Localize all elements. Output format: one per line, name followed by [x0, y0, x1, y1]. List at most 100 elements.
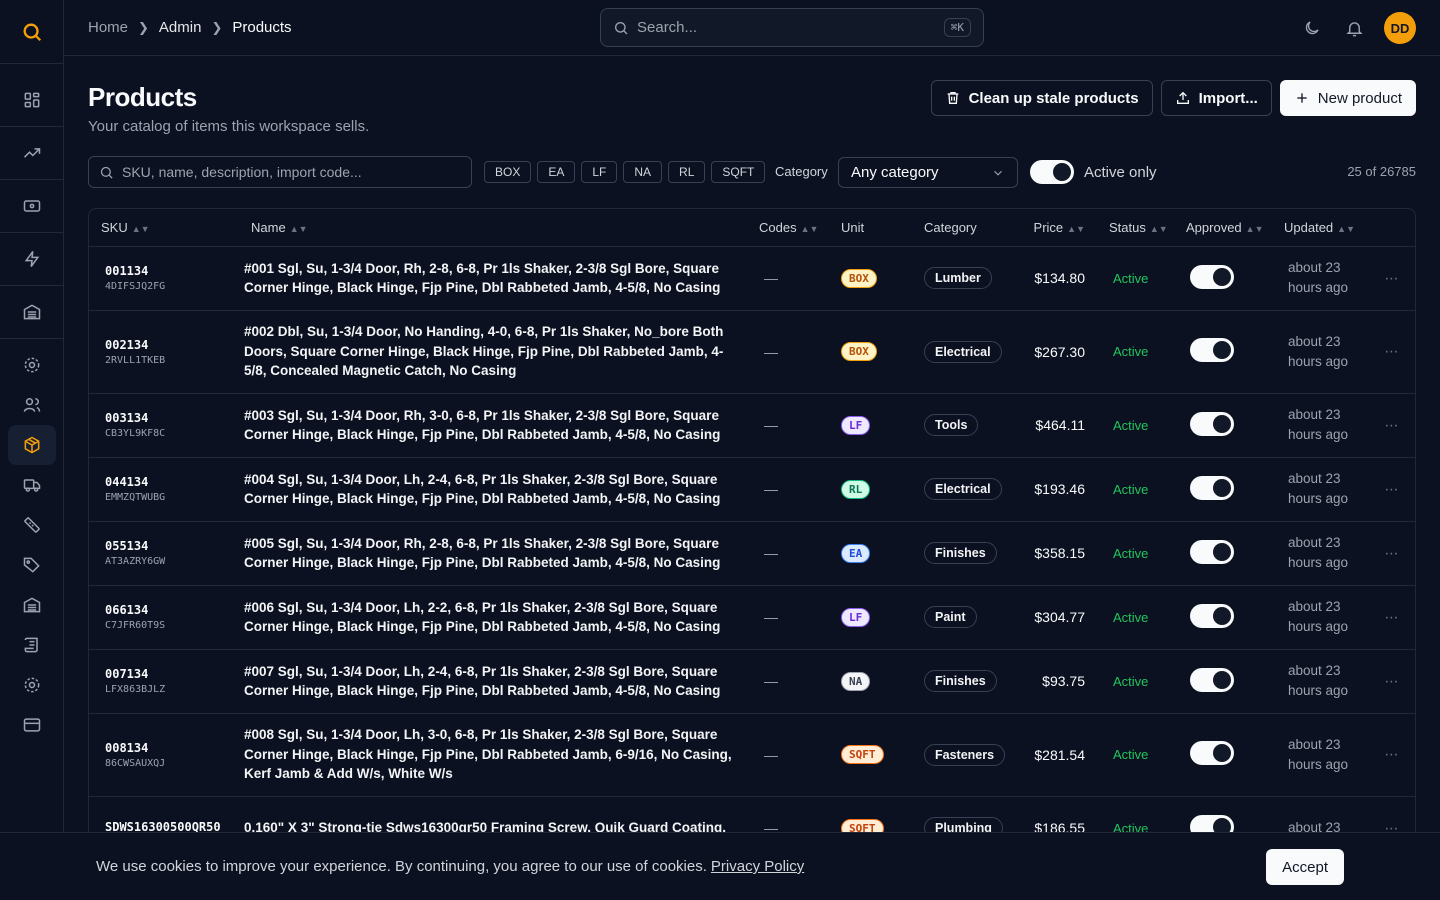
trending-up-icon [23, 148, 41, 158]
unit-chip-lf[interactable]: LF [581, 161, 618, 183]
product-name[interactable]: #005 Sgl, Su, 1-3/4 Door, Rh, 2-8, 6-8, … [239, 521, 747, 586]
sidebar-item-documents[interactable] [8, 625, 56, 665]
sku-value: 001134 [105, 264, 149, 278]
accept-cookies-button[interactable]: Accept [1266, 849, 1344, 885]
active-only-toggle[interactable] [1030, 160, 1074, 184]
avatar[interactable]: DD [1384, 12, 1416, 44]
table-row[interactable]: 007134 LFX863BJLZ #007 Sgl, Su, 1-3/4 Door… [89, 649, 1415, 714]
col-header-name[interactable]: Name ▲▼ [239, 209, 747, 247]
product-name[interactable]: #002 Dbl, Su, 1-3/4 Door, No Handing, 4-… [239, 310, 747, 394]
col-header-status[interactable]: Status ▲▼ [1097, 209, 1174, 247]
approved-toggle[interactable] [1190, 475, 1234, 500]
sidebar-item-automations[interactable] [8, 239, 56, 279]
status-badge: Active [1097, 585, 1174, 650]
sku-value: 002134 [105, 337, 149, 352]
col-header-approved[interactable]: Approved ▲▼ [1174, 209, 1272, 247]
table-row[interactable]: 055134 AT3AZRY6GW #005 Sgl, Su, 1-3/4 Door… [89, 521, 1415, 586]
approved-toggle[interactable] [1190, 539, 1234, 564]
product-name[interactable]: #008 Sgl, Su, 1-3/4 Door, Lh, 3-0, 6-8, … [239, 713, 747, 797]
sidebar-item-deliveries[interactable] [8, 465, 56, 505]
approved-cell [1174, 393, 1272, 458]
unit-chip-ea[interactable]: EA [537, 161, 576, 183]
table-row[interactable]: 066134 C7JFR60T9S #006 Sgl, Su, 1-3/4 Door… [89, 585, 1415, 650]
product-name[interactable]: #001 Sgl, Su, 1-3/4 Door, Rh, 2-8, 6-8, … [239, 246, 747, 311]
upload-icon [1176, 91, 1189, 104]
sku-cell: 066134 C7JFR60T9S [89, 585, 239, 650]
status-badge: Active [1097, 649, 1174, 714]
row-actions-icon[interactable]: ⋯ [1367, 585, 1415, 650]
sidebar-item-billing[interactable] [8, 186, 56, 226]
col-header-updated[interactable]: Updated ▲▼ [1272, 209, 1367, 247]
sidebar-item-products[interactable] [8, 425, 56, 465]
approved-toggle[interactable] [1190, 338, 1234, 362]
row-actions-icon[interactable]: ⋯ [1367, 649, 1415, 714]
unit-chip-rl[interactable]: RL [668, 161, 706, 183]
codes-cell: — [747, 713, 829, 797]
table-row[interactable]: 008134 86CWSAUXQJ #008 Sgl, Su, 1-3/4 Door… [89, 713, 1415, 797]
updated-cell: about 23 hours ago [1272, 310, 1367, 394]
table-row[interactable]: 044134 EMMZQTWUBG #004 Sgl, Su, 1-3/4 Door… [89, 457, 1415, 522]
logo[interactable] [0, 0, 63, 64]
approved-toggle[interactable] [1190, 667, 1234, 692]
col-header-price[interactable]: Price ▲▼ [1012, 209, 1097, 247]
row-actions-icon[interactable]: ⋯ [1367, 393, 1415, 458]
theme-toggle-button[interactable] [1300, 16, 1324, 40]
breadcrumb-home[interactable]: Home [88, 19, 128, 36]
new-product-button[interactable]: New product [1279, 80, 1416, 116]
updated-cell: about 23 hours ago [1272, 713, 1367, 797]
row-actions-icon[interactable]: ⋯ [1367, 521, 1415, 586]
status-badge: Active [1097, 310, 1174, 394]
approved-cell [1174, 585, 1272, 650]
sku-value: 003134 [105, 411, 149, 425]
cleanup-stale-button[interactable]: Clean up stale products [930, 80, 1153, 116]
sku-value: 066134 [105, 603, 149, 617]
product-name[interactable]: #003 Sgl, Su, 1-3/4 Door, Rh, 3-0, 6-8, … [239, 393, 747, 458]
row-actions-icon[interactable]: ⋯ [1367, 457, 1415, 522]
product-name[interactable]: #006 Sgl, Su, 1-3/4 Door, Lh, 2-2, 6-8, … [239, 585, 747, 650]
import-code: EMMZQTWUBG [105, 492, 166, 503]
sidebar-item-users[interactable] [8, 385, 56, 425]
privacy-policy-link[interactable]: Privacy Policy [711, 858, 804, 875]
unit-chip-box[interactable]: BOX [484, 161, 532, 183]
sidebar-item-locations[interactable] [8, 585, 56, 625]
updated-cell: about 23 hours ago [1272, 521, 1367, 586]
unit-chip-sqft[interactable]: SQFT [711, 161, 766, 183]
category-badge: Finishes [924, 542, 997, 564]
sidebar-item-analytics[interactable] [8, 133, 56, 173]
breadcrumb-admin[interactable]: Admin [159, 19, 202, 36]
category-cell: Finishes [912, 649, 1012, 714]
sidebar-item-settings[interactable] [8, 345, 56, 385]
col-header-codes[interactable]: Codes ▲▼ [747, 209, 829, 247]
unit-filter-chips: BOX EA LF NA RL SQFT [484, 161, 766, 183]
import-button[interactable]: Import... [1160, 80, 1272, 116]
sidebar-item-preferences[interactable] [8, 665, 56, 705]
sku-cell: 007134 LFX863BJLZ [89, 649, 239, 714]
notifications-button[interactable] [1342, 16, 1366, 40]
global-search-input[interactable]: Search... ⌘K [600, 8, 984, 47]
product-name[interactable]: #004 Sgl, Su, 1-3/4 Door, Lh, 2-4, 6-8, … [239, 457, 747, 522]
sidebar-item-tags[interactable] [8, 545, 56, 585]
table-row[interactable]: 002134 2RVLL1TKEB #002 Dbl, Su, 1-3/4 Door… [89, 310, 1415, 394]
approved-toggle[interactable] [1190, 411, 1234, 436]
row-actions-icon[interactable]: ⋯ [1367, 310, 1415, 394]
table-row[interactable]: 001134 4DIFSJQ2FG #001 Sgl, Su, 1-3/4 Door… [89, 246, 1415, 311]
unit-cell: LF [829, 393, 912, 458]
unit-chip-na[interactable]: NA [623, 161, 663, 183]
category-select[interactable]: Any category [838, 157, 1018, 188]
approved-toggle[interactable] [1190, 603, 1234, 628]
codes-cell: — [747, 649, 829, 714]
product-name[interactable]: #007 Sgl, Su, 1-3/4 Door, Lh, 2-4, 6-8, … [239, 649, 747, 714]
row-actions-icon[interactable]: ⋯ [1367, 246, 1415, 311]
col-header-sku[interactable]: SKU ▲▼ [89, 209, 239, 247]
page-subtitle: Your catalog of items this workspace sel… [88, 118, 370, 135]
status-badge: Active [1097, 713, 1174, 797]
sidebar-item-warehouse[interactable] [8, 292, 56, 332]
approved-toggle[interactable] [1190, 741, 1234, 765]
sidebar-item-dashboard[interactable] [8, 80, 56, 120]
approved-toggle[interactable] [1190, 264, 1234, 289]
sidebar-item-payments[interactable] [8, 705, 56, 745]
product-search-input[interactable]: SKU, name, description, import code... [88, 156, 472, 188]
row-actions-icon[interactable]: ⋯ [1367, 713, 1415, 797]
sidebar-item-measurements[interactable] [8, 505, 56, 545]
table-row[interactable]: 003134 CB3YL9KF8C #003 Sgl, Su, 1-3/4 Door… [89, 393, 1415, 458]
